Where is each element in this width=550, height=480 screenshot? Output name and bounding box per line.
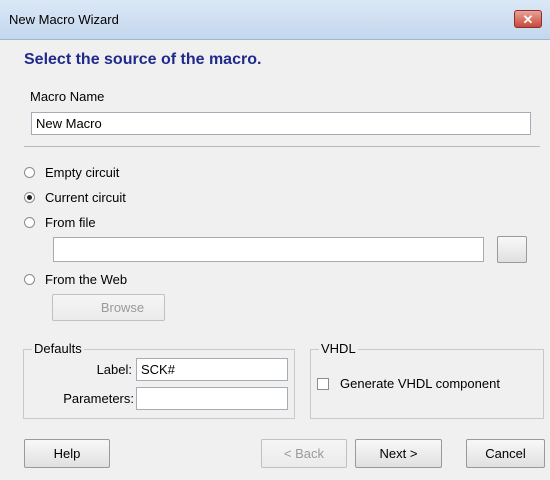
- radio-from-web-button[interactable]: [24, 273, 35, 285]
- next-button[interactable]: Next >: [355, 439, 442, 468]
- radio-from-file[interactable]: From file: [24, 213, 96, 231]
- radio-empty-circuit[interactable]: Empty circuit: [24, 163, 119, 181]
- web-browse-button[interactable]: Browse: [52, 294, 165, 321]
- back-button[interactable]: < Back: [261, 439, 347, 468]
- close-icon: ✕: [522, 12, 534, 27]
- generate-vhdl-checkbox[interactable]: [317, 377, 329, 390]
- generate-vhdl-label: Generate VHDL component: [340, 376, 500, 391]
- radio-from-web-label: From the Web: [45, 271, 128, 287]
- default-label-input[interactable]: SCK#: [136, 358, 288, 381]
- window-title: New Macro Wizard: [9, 12, 119, 27]
- cancel-button[interactable]: Cancel: [466, 439, 545, 468]
- default-parameters-input[interactable]: [136, 387, 288, 410]
- page-heading: Select the source of the macro.: [24, 51, 262, 68]
- radio-empty-circuit-label: Empty circuit: [45, 164, 120, 180]
- title-bar: New Macro Wizard ✕: [0, 0, 550, 40]
- radio-current-circuit-label: Current circuit: [45, 189, 126, 205]
- radio-current-circuit[interactable]: Current circuit: [24, 188, 126, 206]
- from-file-browse-button[interactable]: [497, 236, 527, 263]
- macro-name-label: Macro Name: [30, 89, 105, 104]
- radio-from-web[interactable]: From the Web: [24, 270, 127, 288]
- radio-current-circuit-button[interactable]: [24, 191, 35, 203]
- help-button[interactable]: Help: [24, 439, 110, 468]
- close-button[interactable]: ✕: [514, 10, 542, 28]
- defaults-legend: Defaults: [32, 341, 84, 356]
- from-file-path-input[interactable]: [53, 237, 484, 262]
- generate-vhdl-option[interactable]: Generate VHDL component: [317, 376, 500, 391]
- web-browse-label: Browse: [100, 300, 145, 315]
- separator: [24, 146, 540, 147]
- macro-name-input[interactable]: New Macro: [31, 112, 531, 135]
- radio-from-file-label: From file: [45, 214, 96, 230]
- default-label-caption: Label:: [96, 362, 132, 377]
- radio-empty-circuit-button[interactable]: [24, 166, 35, 178]
- default-parameters-caption: Parameters:: [63, 391, 134, 406]
- radio-from-file-button[interactable]: [24, 216, 35, 228]
- vhdl-legend: VHDL: [319, 341, 358, 356]
